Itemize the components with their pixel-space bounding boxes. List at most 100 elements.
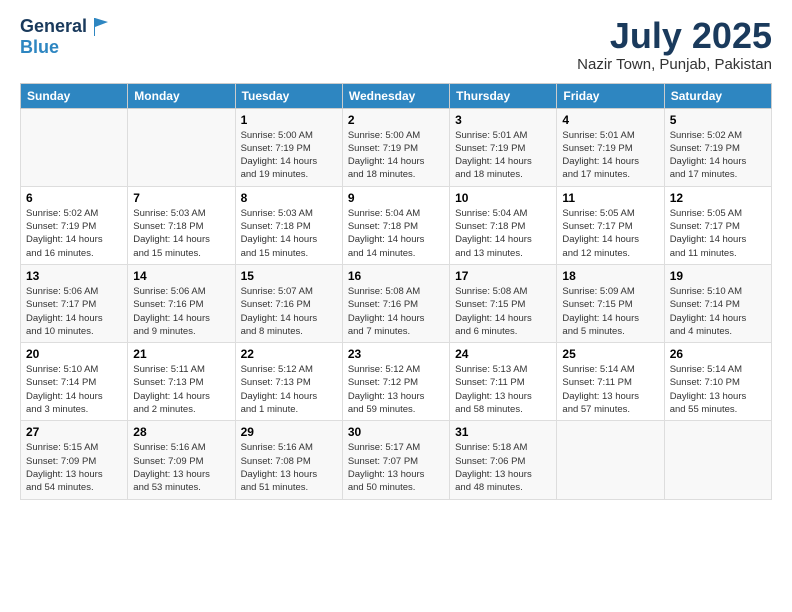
calendar-cell: 2Sunrise: 5:00 AM Sunset: 7:19 PM Daylig… — [342, 108, 449, 186]
day-number: 4 — [562, 113, 658, 127]
day-number: 31 — [455, 425, 551, 439]
day-number: 20 — [26, 347, 122, 361]
calendar-cell: 1 Sunrise: 5:00 AM Sunset: 7:19 PM Daylig… — [235, 108, 342, 186]
header: General Blue July 2025 Nazir Town, Punja… — [20, 16, 772, 73]
calendar-cell: 4Sunrise: 5:01 AM Sunset: 7:19 PM Daylig… — [557, 108, 664, 186]
col-header-saturday: Saturday — [664, 83, 771, 108]
header-row: SundayMondayTuesdayWednesdayThursdayFrid… — [21, 83, 772, 108]
calendar-cell — [557, 421, 664, 499]
cell-info: Sunrise: 5:14 AM Sunset: 7:11 PM Dayligh… — [562, 363, 658, 416]
calendar-cell: 10 Sunrise: 5:04 AM Sunset: 7:18 PM Dayli… — [450, 186, 557, 264]
calendar-cell: 19Sunrise: 5:10 AM Sunset: 7:14 PM Dayli… — [664, 264, 771, 342]
day-number: 30 — [348, 425, 444, 439]
calendar-cell: 24 Sunrise: 5:13 AM Sunset: 7:11 PM Dayli… — [450, 343, 557, 421]
day-number: 8 — [241, 191, 337, 205]
calendar-cell: 31Sunrise: 5:18 AM Sunset: 7:06 PM Dayli… — [450, 421, 557, 499]
day-number: 29 — [241, 425, 337, 439]
calendar-cell: 29 Sunrise: 5:16 AM Sunset: 7:08 PM Dayli… — [235, 421, 342, 499]
week-row-3: 13 Sunrise: 5:06 AM Sunset: 7:17 PM Dayli… — [21, 264, 772, 342]
day-number: 9 — [348, 191, 444, 205]
calendar-cell: 22Sunrise: 5:12 AM Sunset: 7:13 PM Dayli… — [235, 343, 342, 421]
cell-info: Sunrise: 5:14 AM Sunset: 7:10 PM Dayligh… — [670, 363, 766, 416]
week-row-2: 6 Sunrise: 5:02 AM Sunset: 7:19 PM Daylig… — [21, 186, 772, 264]
calendar-cell: 27 Sunrise: 5:15 AM Sunset: 7:09 PM Dayli… — [21, 421, 128, 499]
day-number: 26 — [670, 347, 766, 361]
day-number: 15 — [241, 269, 337, 283]
cell-info: Sunrise: 5:00 AM Sunset: 7:19 PM Dayligh… — [241, 129, 337, 182]
calendar-cell: 6 Sunrise: 5:02 AM Sunset: 7:19 PM Daylig… — [21, 186, 128, 264]
cell-info: Sunrise: 5:02 AM Sunset: 7:19 PM Dayligh… — [26, 207, 122, 260]
day-number: 27 — [26, 425, 122, 439]
day-number: 10 — [455, 191, 551, 205]
logo: General Blue — [20, 16, 112, 58]
calendar-cell: 30 Sunrise: 5:17 AM Sunset: 7:07 PM Dayli… — [342, 421, 449, 499]
day-number: 13 — [26, 269, 122, 283]
calendar-cell — [21, 108, 128, 186]
day-number: 6 — [26, 191, 122, 205]
calendar-cell — [128, 108, 235, 186]
calendar-cell — [664, 421, 771, 499]
calendar-cell: 26 Sunrise: 5:14 AM Sunset: 7:10 PM Dayli… — [664, 343, 771, 421]
cell-info: Sunrise: 5:02 AM Sunset: 7:19 PM Dayligh… — [670, 129, 766, 182]
calendar-cell: 18Sunrise: 5:09 AM Sunset: 7:15 PM Dayli… — [557, 264, 664, 342]
calendar-cell: 13 Sunrise: 5:06 AM Sunset: 7:17 PM Dayli… — [21, 264, 128, 342]
cell-info: Sunrise: 5:08 AM Sunset: 7:16 PM Dayligh… — [348, 285, 444, 338]
cell-info: Sunrise: 5:06 AM Sunset: 7:16 PM Dayligh… — [133, 285, 229, 338]
calendar-cell: 14 Sunrise: 5:06 AM Sunset: 7:16 PM Dayli… — [128, 264, 235, 342]
cell-info: Sunrise: 5:07 AM Sunset: 7:16 PM Dayligh… — [241, 285, 337, 338]
logo-general: General — [20, 17, 87, 37]
day-number: 17 — [455, 269, 551, 283]
col-header-sunday: Sunday — [21, 83, 128, 108]
cell-info: Sunrise: 5:17 AM Sunset: 7:07 PM Dayligh… — [348, 441, 444, 494]
day-number: 21 — [133, 347, 229, 361]
calendar-cell: 20 Sunrise: 5:10 AM Sunset: 7:14 PM Dayli… — [21, 343, 128, 421]
day-number: 2 — [348, 113, 444, 127]
day-number: 16 — [348, 269, 444, 283]
cell-info: Sunrise: 5:11 AM Sunset: 7:13 PM Dayligh… — [133, 363, 229, 416]
cell-info: Sunrise: 5:15 AM Sunset: 7:09 PM Dayligh… — [26, 441, 122, 494]
cell-info: Sunrise: 5:04 AM Sunset: 7:18 PM Dayligh… — [348, 207, 444, 260]
calendar-cell: 15 Sunrise: 5:07 AM Sunset: 7:16 PM Dayli… — [235, 264, 342, 342]
calendar-cell: 16 Sunrise: 5:08 AM Sunset: 7:16 PM Dayli… — [342, 264, 449, 342]
day-number: 5 — [670, 113, 766, 127]
cell-info: Sunrise: 5:13 AM Sunset: 7:11 PM Dayligh… — [455, 363, 551, 416]
calendar-cell: 8 Sunrise: 5:03 AM Sunset: 7:18 PM Daylig… — [235, 186, 342, 264]
cell-info: Sunrise: 5:06 AM Sunset: 7:17 PM Dayligh… — [26, 285, 122, 338]
day-number: 22 — [241, 347, 337, 361]
cell-info: Sunrise: 5:03 AM Sunset: 7:18 PM Dayligh… — [241, 207, 337, 260]
day-number: 19 — [670, 269, 766, 283]
col-header-thursday: Thursday — [450, 83, 557, 108]
day-number: 18 — [562, 269, 658, 283]
week-row-4: 20 Sunrise: 5:10 AM Sunset: 7:14 PM Dayli… — [21, 343, 772, 421]
day-number: 11 — [562, 191, 658, 205]
cell-info: Sunrise: 5:10 AM Sunset: 7:14 PM Dayligh… — [26, 363, 122, 416]
calendar-cell: 9 Sunrise: 5:04 AM Sunset: 7:18 PM Daylig… — [342, 186, 449, 264]
cell-info: Sunrise: 5:05 AM Sunset: 7:17 PM Dayligh… — [562, 207, 658, 260]
day-number: 24 — [455, 347, 551, 361]
cell-info: Sunrise: 5:16 AM Sunset: 7:08 PM Dayligh… — [241, 441, 337, 494]
day-number: 12 — [670, 191, 766, 205]
calendar-cell: 11 Sunrise: 5:05 AM Sunset: 7:17 PM Dayli… — [557, 186, 664, 264]
calendar-cell: 12Sunrise: 5:05 AM Sunset: 7:17 PM Dayli… — [664, 186, 771, 264]
cell-info: Sunrise: 5:08 AM Sunset: 7:15 PM Dayligh… — [455, 285, 551, 338]
col-header-monday: Monday — [128, 83, 235, 108]
cell-info: Sunrise: 5:16 AM Sunset: 7:09 PM Dayligh… — [133, 441, 229, 494]
calendar-cell: 25Sunrise: 5:14 AM Sunset: 7:11 PM Dayli… — [557, 343, 664, 421]
title-block: July 2025 Nazir Town, Punjab, Pakistan — [577, 16, 772, 73]
calendar-cell: 23 Sunrise: 5:12 AM Sunset: 7:12 PM Dayli… — [342, 343, 449, 421]
day-number: 28 — [133, 425, 229, 439]
cell-info: Sunrise: 5:12 AM Sunset: 7:12 PM Dayligh… — [348, 363, 444, 416]
day-number: 7 — [133, 191, 229, 205]
day-number: 14 — [133, 269, 229, 283]
calendar-cell: 28 Sunrise: 5:16 AM Sunset: 7:09 PM Dayli… — [128, 421, 235, 499]
calendar-table: SundayMondayTuesdayWednesdayThursdayFrid… — [20, 83, 772, 500]
logo-flag-icon — [90, 16, 112, 38]
subtitle: Nazir Town, Punjab, Pakistan — [577, 56, 772, 73]
day-number: 1 — [241, 113, 337, 127]
col-header-friday: Friday — [557, 83, 664, 108]
calendar-cell: 17 Sunrise: 5:08 AM Sunset: 7:15 PM Dayli… — [450, 264, 557, 342]
logo-blue: Blue — [20, 38, 112, 58]
cell-info: Sunrise: 5:04 AM Sunset: 7:18 PM Dayligh… — [455, 207, 551, 260]
cell-info: Sunrise: 5:03 AM Sunset: 7:18 PM Dayligh… — [133, 207, 229, 260]
day-number: 23 — [348, 347, 444, 361]
